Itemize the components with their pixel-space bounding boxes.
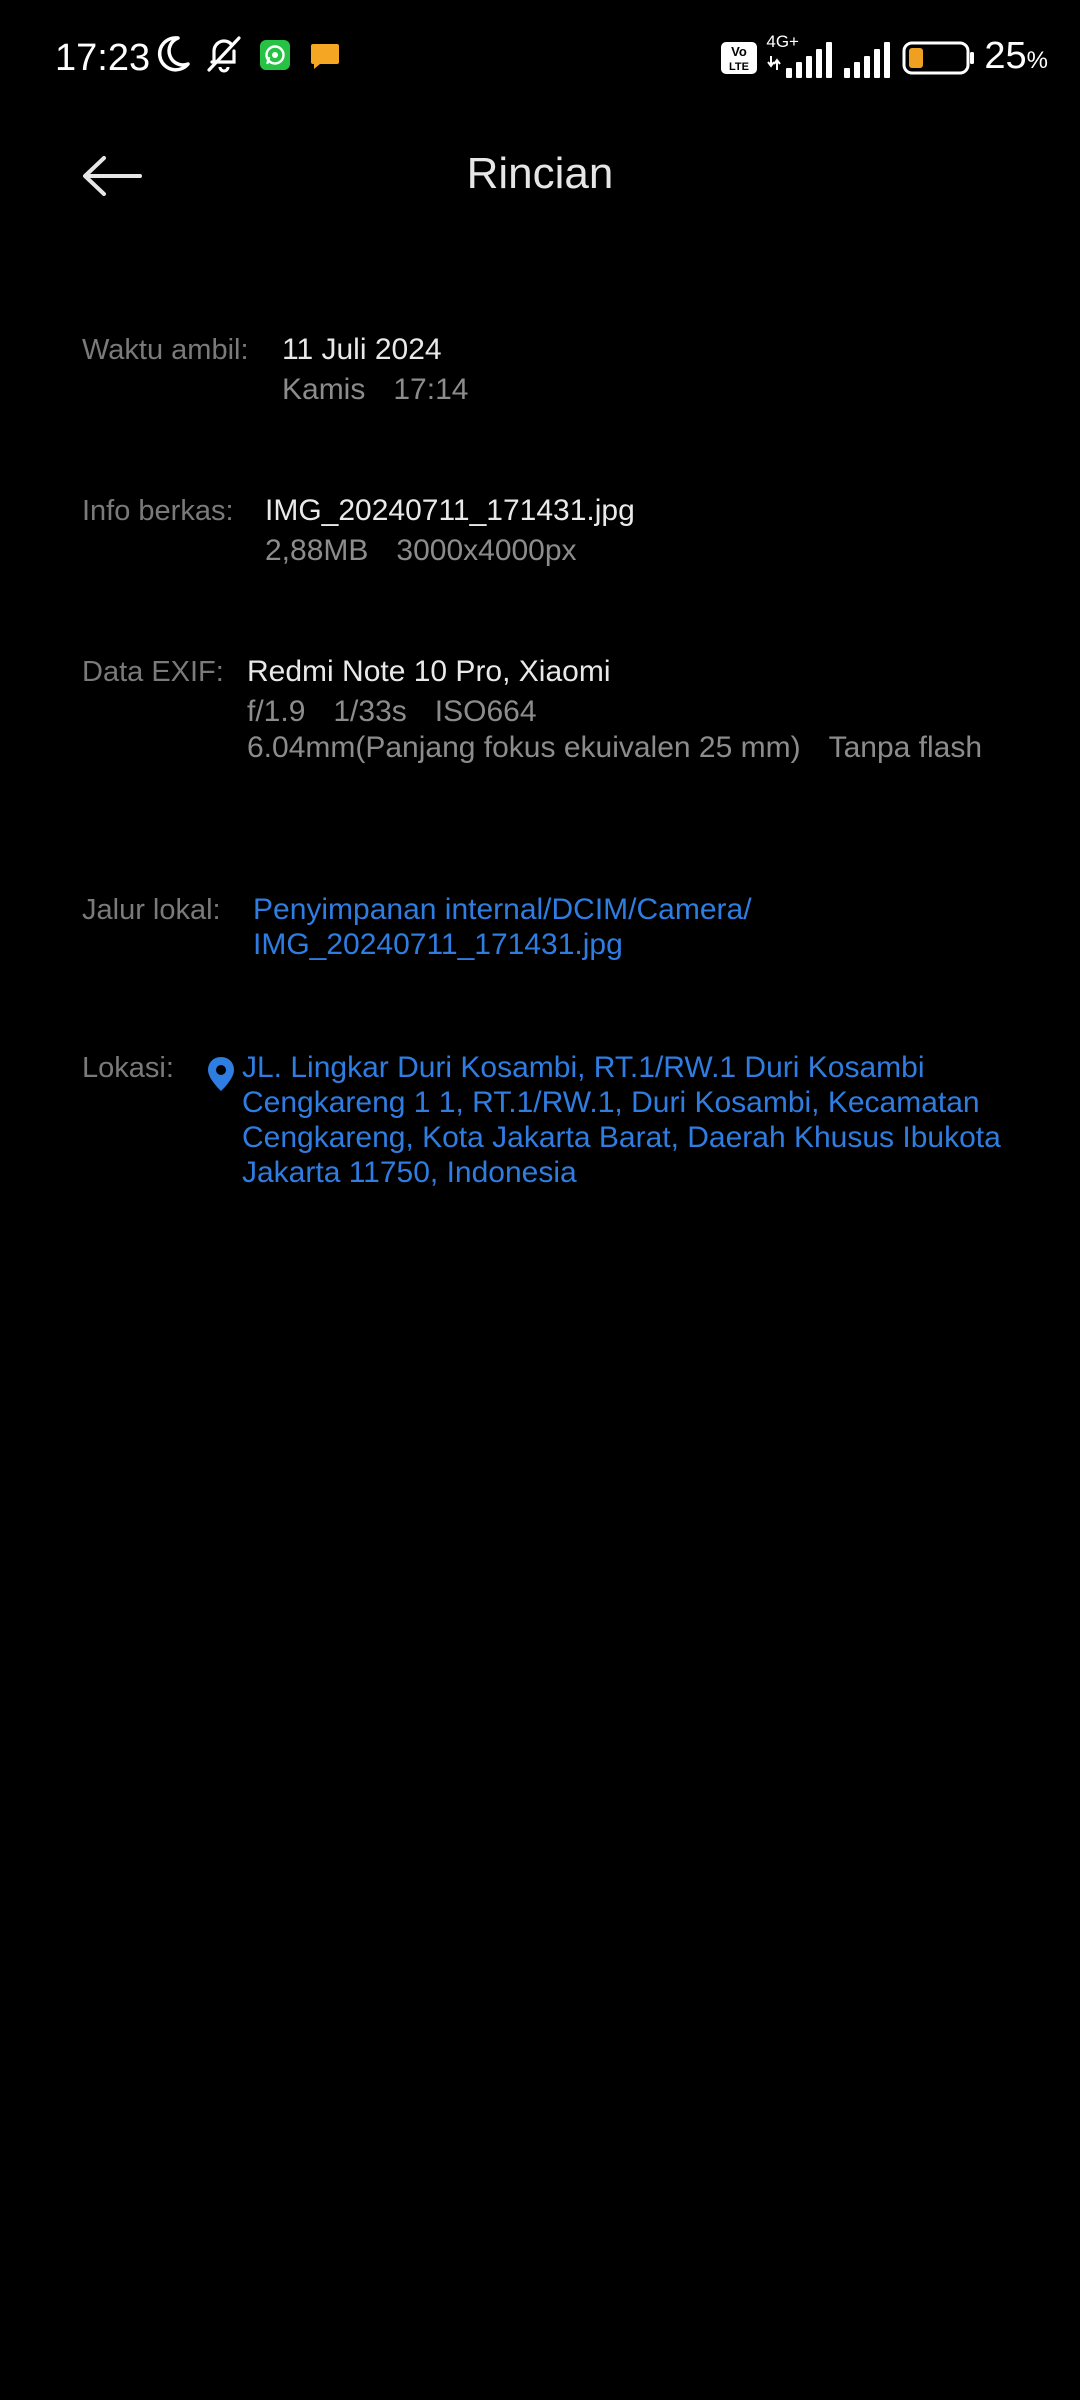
path-line-2: IMG_20240711_171431.jpg xyxy=(253,928,623,961)
taken-day: Kamis xyxy=(282,373,366,406)
exif-device: Redmi Note 10 Pro, Xiaomi xyxy=(247,655,611,688)
status-bar: 17:23 Vo LTE 4G+ 25% xyxy=(0,0,1080,116)
path-line-1: Penyimpanan internal/DCIM/Camera/ xyxy=(253,893,752,926)
exif-shutter: 1/33s xyxy=(333,695,407,728)
exif-lens: 6.04mm(Panjang fokus ekuivalen 25 mm) Tan… xyxy=(247,730,982,766)
status-time: 17:23 xyxy=(55,37,151,79)
battery-percent: 25% xyxy=(984,34,1048,77)
taken-label: Waktu ambil: xyxy=(82,334,249,366)
volte-icon: Vo LTE xyxy=(721,42,758,74)
battery-icon xyxy=(902,41,975,75)
page-title: Rincian xyxy=(466,149,614,198)
exif-label: Data EXIF: xyxy=(82,656,224,688)
taken-day-time: Kamis 17:14 xyxy=(282,372,468,408)
bell-off-icon xyxy=(207,36,241,73)
svg-text:LTE: LTE xyxy=(729,61,749,73)
taken-time: 17:14 xyxy=(393,373,469,406)
detail-location-row: Lokasi: JL. Lingkar Duri Kosambi, RT.1/R… xyxy=(82,1050,1022,1200)
location-line-3: Cengkareng, Kota Jakarta Barat, Daerah K… xyxy=(242,1121,1001,1154)
file-resolution: 3000x4000px xyxy=(396,534,577,567)
location-line-2: Cengkareng 1 1, RT.1/RW.1, Duri Kosambi,… xyxy=(242,1086,980,1119)
message-icon xyxy=(311,44,339,69)
detail-taken-row: Waktu ambil: 11 Juli 2024 Kamis 17:14 xyxy=(82,332,1022,412)
exif-iso: ISO664 xyxy=(434,695,537,728)
file-meta: 2,88MB 3000x4000px xyxy=(265,533,635,569)
exif-value: Redmi Note 10 Pro, Xiaomi f/1.9 1/33s ISO6… xyxy=(247,654,982,766)
exif-flash: Tanpa flash xyxy=(828,731,983,764)
file-value: IMG_20240711_171431.jpg 2,88MB 3000x4000p… xyxy=(265,493,635,569)
location-line-4: Jakarta 11750, Indonesia xyxy=(242,1156,577,1189)
signal-icon xyxy=(844,42,891,78)
file-size: 2,88MB xyxy=(265,534,369,567)
detail-exif-row: Data EXIF: Redmi Note 10 Pro, Xiaomi f/1… xyxy=(82,654,1022,774)
svg-text:Vo: Vo xyxy=(732,44,748,59)
location-line-1: JL. Lingkar Duri Kosambi, RT.1/RW.1 Duri… xyxy=(242,1051,925,1084)
exif-aperture: f/1.9 xyxy=(247,695,306,728)
battery-fill xyxy=(909,48,924,68)
status-right-group: Vo LTE 4G+ 25% xyxy=(720,30,1048,86)
moon-icon xyxy=(157,36,190,72)
header: Rincian xyxy=(0,116,1080,236)
taken-date: 11 Juli 2024 xyxy=(282,333,442,366)
detail-file-row: Info berkas: IMG_20240711_171431.jpg 2,8… xyxy=(82,493,1022,573)
location-link[interactable]: JL. Lingkar Duri Kosambi, RT.1/RW.1 Duri… xyxy=(242,1050,1001,1190)
location-pin-icon xyxy=(208,1057,234,1091)
signal-4g-group: 4G+ xyxy=(766,32,834,80)
location-label: Lokasi: xyxy=(82,1052,174,1084)
taken-value: 11 Juli 2024 Kamis 17:14 xyxy=(282,332,468,408)
exif-focal: 6.04mm(Panjang fokus ekuivalen 25 mm) xyxy=(247,731,801,764)
path-label: Jalur lokal: xyxy=(82,894,221,926)
file-name: IMG_20240711_171431.jpg xyxy=(265,494,635,527)
file-label: Info berkas: xyxy=(82,495,234,527)
exif-exposure: f/1.9 1/33s ISO664 xyxy=(247,694,982,730)
signal-icon xyxy=(767,42,833,78)
whatsapp-icon xyxy=(260,40,290,70)
detail-path-row: Jalur lokal: Penyimpanan internal/DCIM/C… xyxy=(82,892,1022,972)
path-link[interactable]: Penyimpanan internal/DCIM/Camera/ IMG_20… xyxy=(253,892,752,962)
